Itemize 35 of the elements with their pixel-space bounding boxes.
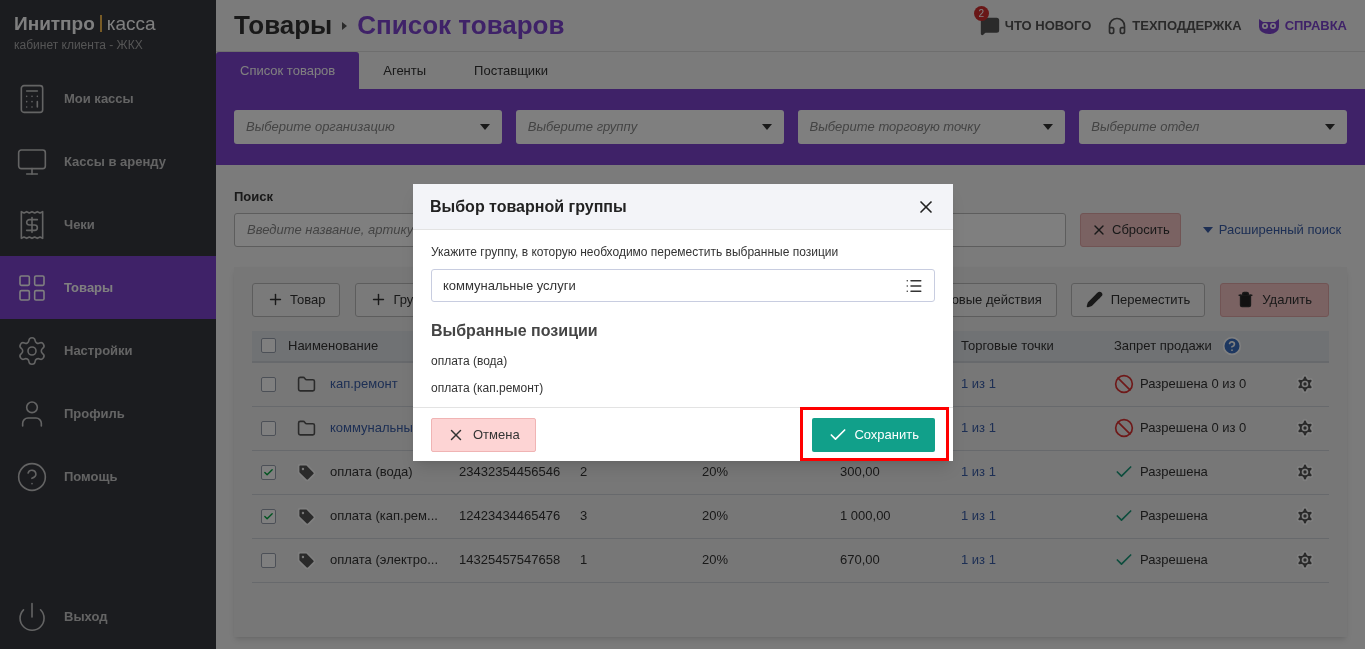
selected-title: Выбранные позиции [431,321,599,341]
selected-item: оплата (вода) [431,353,509,370]
brand-suffix: касса [106,14,156,33]
product-name: оплата (кап.рем... [330,507,439,526]
brand-name: Инитпро [14,14,95,33]
modal-prompt: Укажите группу, в которую необходимо переместить выбранные позиции [431,244,840,261]
article-cell-text: 14325457547658 [459,551,562,570]
page-subtitle: Список товаров [357,9,565,42]
sale-status: Разрешена 0 из 0 [1140,419,1247,438]
search-label: Поиск [234,188,273,206]
article-cell-text: 23432354456546 [459,463,562,482]
vat-cell-text: 20% [702,463,730,482]
price-cell-text: 670,00 [840,551,881,570]
column-header: Запрет продажи [1114,336,1212,355]
sale-status: Разрешена [1140,507,1208,526]
modal-title: Выбор товарной группы [430,196,627,217]
quantity-cell-text: 1 [580,551,589,570]
product-name: оплата (электро... [330,551,440,570]
column-header: Торговые точки [961,336,1055,355]
sale-status: Разрешена [1140,463,1208,482]
vat-cell-text: 20% [702,551,730,570]
brand-subtitle: кабинет клиента - ЖКХ [14,37,144,54]
column-header: Наименование [288,336,380,355]
page-title: Товары [234,9,333,42]
product-name: оплата (вода) [330,463,414,482]
vat-cell-text: 20% [702,507,730,526]
article-cell-text: 12423434465476 [459,507,562,526]
price-cell-text: 1 000,00 [840,507,892,526]
selected-item: оплата (кап.ремонт) [431,380,545,397]
notification-badge: 2 [973,5,989,21]
sale-status: Разрешена [1140,551,1208,570]
quantity-cell-text: 2 [580,463,589,482]
price-cell-text: 300,00 [840,463,881,482]
sale-status: Разрешена 0 из 0 [1140,375,1247,394]
quantity-cell-text: 3 [580,507,589,526]
